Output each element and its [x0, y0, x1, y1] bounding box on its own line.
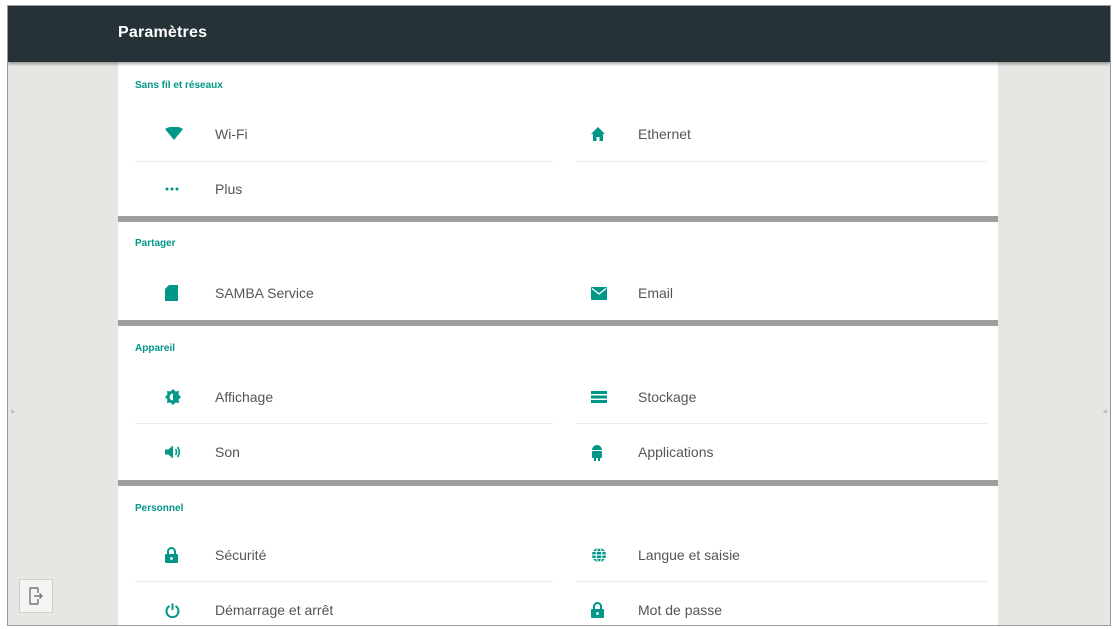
volume-icon — [165, 445, 195, 459]
app-bar: Paramètres — [8, 6, 1110, 62]
left-edge-arrow-icon[interactable]: ▸ — [11, 406, 16, 417]
setting-item-password[interactable]: Mot de passe — [578, 585, 988, 625]
setting-item-samba[interactable]: SAMBA Service — [135, 268, 553, 318]
sd-card-icon — [165, 285, 195, 301]
setting-item-ethernet[interactable]: Ethernet — [578, 109, 988, 159]
brightness-icon — [165, 389, 195, 405]
row-divider — [135, 423, 553, 424]
lock-icon — [591, 602, 621, 618]
setting-label: Plus — [215, 181, 243, 197]
right-edge-arrow-icon[interactable]: ◂ — [1102, 406, 1107, 417]
row-divider — [576, 161, 988, 162]
setting-label: Ethernet — [638, 126, 691, 142]
exit-button[interactable] — [19, 579, 53, 613]
section-title-device: Appareil — [135, 343, 176, 354]
setting-item-plus[interactable]: Plus — [135, 164, 553, 214]
setting-label: Affichage — [215, 389, 274, 405]
setting-label: Applications — [638, 444, 714, 460]
setting-item-security[interactable]: Sécurité — [135, 530, 553, 580]
exit-icon — [28, 587, 44, 605]
setting-item-language[interactable]: Langue et saisie — [578, 530, 988, 580]
row-divider — [576, 581, 988, 582]
setting-item-sound[interactable]: Son — [135, 427, 553, 477]
storage-icon — [591, 391, 621, 403]
setting-item-display[interactable]: Affichage — [135, 372, 553, 422]
setting-item-storage[interactable]: Stockage — [578, 372, 988, 422]
wifi-icon — [165, 127, 195, 141]
setting-item-applications[interactable]: Applications — [578, 427, 988, 477]
page-title: Paramètres — [118, 24, 208, 41]
section-title-wireless: Sans fil et réseaux — [135, 80, 223, 91]
setting-item-wifi[interactable]: Wi-Fi — [135, 109, 553, 159]
section-divider — [118, 480, 998, 486]
setting-label: Langue et saisie — [638, 547, 740, 563]
setting-label: Email — [638, 285, 674, 301]
section-divider — [118, 320, 998, 326]
power-icon — [165, 603, 195, 618]
lock-icon — [165, 547, 195, 563]
section-title-share: Partager — [135, 238, 176, 249]
setting-label: Stockage — [638, 389, 697, 405]
row-divider — [576, 423, 988, 424]
section-title-personal: Personnel — [135, 503, 184, 514]
setting-item-power[interactable]: Démarrage et arrêt — [135, 585, 553, 625]
android-icon — [591, 444, 621, 461]
setting-label: Démarrage et arrêt — [215, 602, 334, 618]
section-divider — [118, 216, 998, 222]
setting-item-email[interactable]: Email — [578, 268, 988, 318]
setting-label: SAMBA Service — [215, 285, 314, 301]
email-icon — [591, 286, 621, 300]
globe-icon — [591, 547, 621, 563]
settings-window: Paramètres ▸ ◂ Sans fil et réseaux Wi-Fi… — [7, 5, 1111, 626]
row-divider — [135, 581, 553, 582]
setting-label: Sécurité — [215, 547, 267, 563]
home-icon — [591, 127, 621, 141]
setting-label: Mot de passe — [638, 602, 723, 618]
settings-list: Sans fil et réseaux Wi-Fi Ethernet Plus … — [118, 62, 998, 625]
setting-label: Son — [215, 444, 240, 460]
more-dots-icon — [165, 187, 195, 191]
setting-label: Wi-Fi — [215, 126, 248, 142]
row-divider — [135, 161, 553, 162]
